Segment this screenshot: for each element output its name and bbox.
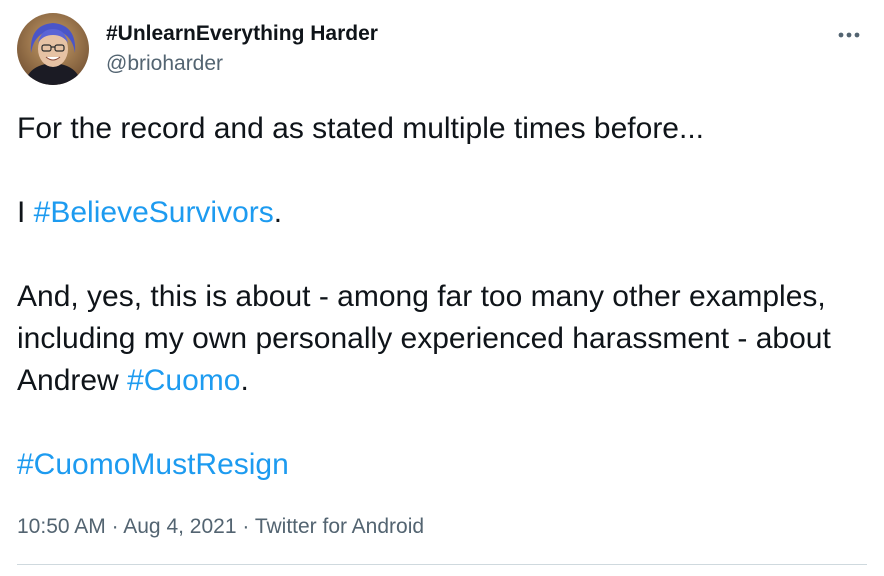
tweet-paragraph-3: And, yes, this is about - among far too …	[17, 276, 867, 402]
tweet-time[interactable]: 10:50 AM	[17, 515, 106, 538]
more-options-icon	[838, 32, 860, 38]
divider	[17, 564, 867, 565]
tweet-source[interactable]: Twitter for Android	[255, 515, 424, 538]
tweet-text-segment: .	[273, 196, 283, 229]
tweet-header: #UnlearnEverything Harder @brioharder	[17, 13, 378, 85]
tweet-paragraph-2: I #BelieveSurvivors.	[17, 192, 867, 234]
tweet-text: For the record and as stated multiple ti…	[17, 108, 867, 486]
hashtag-cuomo-link[interactable]: #Cuomo	[127, 364, 240, 397]
tweet-date[interactable]: Aug 4, 2021	[123, 515, 236, 538]
tweet-paragraph-1: For the record and as stated multiple ti…	[17, 108, 867, 150]
tweet-line-1: For the record and as stated multiple ti…	[17, 112, 704, 145]
avatar-image	[17, 13, 89, 85]
author-handle[interactable]: @brioharder	[106, 50, 378, 78]
meta-separator: ·	[236, 515, 255, 538]
tweet-text-segment: I	[17, 196, 34, 229]
author-names: #UnlearnEverything Harder @brioharder	[106, 20, 378, 78]
more-options-button[interactable]	[834, 20, 864, 50]
meta-separator: ·	[105, 515, 124, 538]
author-display-name[interactable]: #UnlearnEverything Harder	[106, 20, 378, 48]
tweet-text-segment: .	[240, 364, 249, 397]
tweet-metadata: 10:50 AM · Aug 4, 2021 · Twitter for And…	[17, 512, 424, 542]
hashtag-believesurvivors-link[interactable]: #BelieveSurvivors	[34, 196, 274, 229]
tweet-paragraph-4: #CuomoMustResign	[17, 444, 867, 486]
tweet-card: #UnlearnEverything Harder @brioharder Fo…	[0, 0, 884, 576]
avatar[interactable]	[17, 13, 89, 85]
hashtag-cuomomustresign-link[interactable]: #CuomoMustResign	[17, 448, 289, 481]
